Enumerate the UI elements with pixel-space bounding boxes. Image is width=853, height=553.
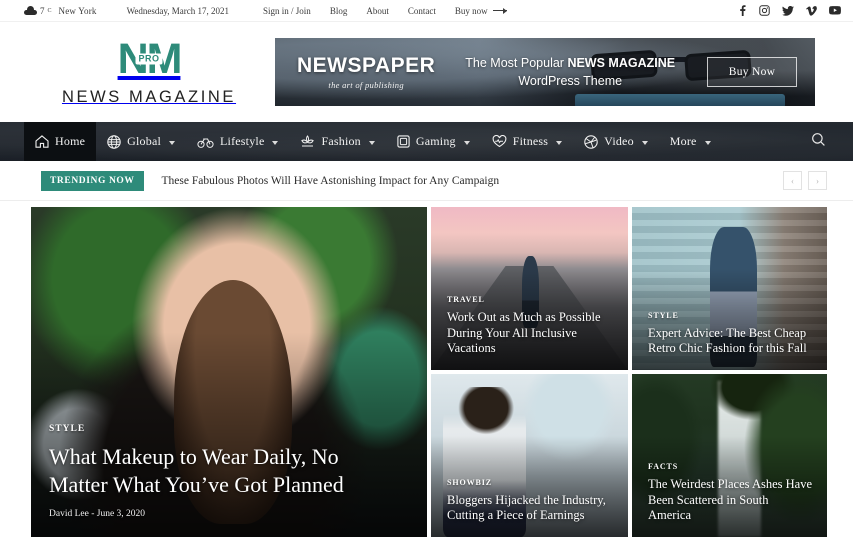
top-link-buy-now[interactable]: Buy now — [455, 6, 507, 16]
nav-label-lifestyle: Lifestyle — [220, 134, 265, 148]
hero-date: June 3, 2020 — [96, 509, 146, 519]
top-link-about[interactable]: About — [366, 6, 389, 16]
hero-author: David Lee — [49, 509, 89, 519]
nav-list: Home Global Lifestyle Fashion Gaming Fit… — [24, 122, 722, 161]
nav-label-fashion: Fashion — [321, 134, 361, 148]
bicycle-icon — [197, 136, 214, 148]
arrow-right-icon — [492, 7, 507, 14]
nav-item-home[interactable]: Home — [24, 122, 97, 161]
top-link-contact[interactable]: Contact — [408, 6, 436, 16]
nav-label-home: Home — [55, 134, 86, 148]
globe-icon — [107, 134, 121, 149]
article-card-facts[interactable]: FACTS The Weirdest Places Ashes Have Bee… — [632, 374, 827, 537]
temperature-unit: C — [47, 7, 52, 14]
trending-badge: TRENDING NOW — [41, 170, 144, 191]
banner-ad[interactable]: NEWSPAPER the art of publishing The Most… — [275, 38, 815, 106]
social-links — [738, 5, 841, 16]
aperture-icon — [584, 134, 598, 149]
nav-label-more: More — [669, 134, 697, 148]
facts-title: The Weirdest Places Ashes Have Been Scat… — [648, 477, 812, 522]
nav-item-global[interactable]: Global — [96, 122, 186, 161]
main-navigation: Home Global Lifestyle Fashion Gaming Fit… — [0, 122, 853, 161]
banner-tagline: The Most Popular NEWS MAGAZINE WordPress… — [465, 54, 675, 90]
article-card-hero[interactable]: STYLE What Makeup to Wear Daily, No Matt… — [31, 207, 427, 537]
hero-title: What Makeup to Wear Daily, No Matter Wha… — [49, 444, 344, 497]
chevron-down-icon — [368, 140, 375, 145]
trending-next-button[interactable]: › — [808, 171, 827, 190]
banner-brand: NEWSPAPER the art of publishing — [297, 55, 435, 90]
nav-label-global: Global — [127, 134, 162, 148]
showbiz-category: SHOWBIZ — [447, 477, 492, 487]
article-card-travel[interactable]: TRAVEL Work Out as Much as Possible Duri… — [431, 207, 628, 370]
nav-item-gaming[interactable]: Gaming — [386, 122, 481, 161]
top-link-signin[interactable]: Sign in / Join — [263, 6, 311, 16]
showbiz-title: Bloggers Hijacked the Industry, Cutting … — [447, 492, 606, 522]
site-logo[interactable]: NM PRO NEWS MAGAZINE — [33, 37, 265, 107]
article-card-showbiz[interactable]: SHOWBIZ Bloggers Hijacked the Industry, … — [431, 374, 628, 537]
nav-item-fitness[interactable]: Fitness — [481, 122, 573, 161]
trending-nav: ‹ › — [783, 171, 827, 190]
nav-item-fashion[interactable]: Fashion — [289, 122, 385, 161]
dress-icon — [300, 135, 315, 148]
nav-item-lifestyle[interactable]: Lifestyle — [186, 122, 289, 161]
vimeo-icon[interactable] — [806, 5, 817, 16]
nav-label-video: Video — [604, 134, 634, 148]
hero-category: STYLE — [49, 424, 86, 434]
page-root: 7 C New York Wednesday, March 17, 2021 S… — [0, 0, 853, 553]
search-icon — [811, 132, 826, 152]
weather-widget: 7 C New York — [24, 6, 97, 16]
trending-headline[interactable]: These Fabulous Photos Will Have Astonish… — [162, 175, 500, 187]
banner-title: NEWSPAPER — [297, 53, 436, 77]
top-bar: 7 C New York Wednesday, March 17, 2021 S… — [0, 0, 853, 22]
banner-tagline-bold: NEWS MAGAZINE — [567, 55, 676, 70]
trending-bar: TRENDING NOW These Fabulous Photos Will … — [0, 161, 853, 201]
buy-now-label: Buy now — [454, 5, 488, 16]
travel-title: Work Out as Much as Possible During Your… — [447, 310, 601, 355]
gamepad-icon — [397, 135, 410, 148]
logo-pro-badge: PRO — [135, 53, 163, 65]
site-header: NM PRO NEWS MAGAZINE NEWSPAPER the art o… — [0, 22, 853, 122]
chevron-down-icon — [704, 140, 711, 145]
style-category: STYLE — [648, 310, 679, 320]
logo-mark: NM PRO — [118, 37, 183, 81]
chevron-down-icon — [556, 140, 563, 145]
chevron-down-icon — [272, 140, 279, 145]
chevron-down-icon — [641, 140, 648, 145]
banner-tagline-pre: The Most Popular — [465, 55, 568, 70]
nav-label-gaming: Gaming — [415, 134, 456, 148]
twitter-icon[interactable] — [782, 5, 794, 16]
facts-category: FACTS — [648, 462, 679, 472]
nav-label-fitness: Fitness — [512, 134, 549, 148]
current-date: Wednesday, March 17, 2021 — [126, 5, 230, 16]
nav-item-more[interactable]: More — [659, 122, 722, 161]
hero-separator: - — [91, 509, 95, 519]
search-button[interactable] — [805, 129, 831, 155]
banner-buy-now-button[interactable]: Buy Now — [707, 57, 797, 87]
heart-icon — [492, 135, 507, 148]
chevron-down-icon — [463, 140, 470, 145]
weather-city: New York — [58, 5, 97, 16]
article-grid: STYLE What Makeup to Wear Daily, No Matt… — [31, 207, 827, 537]
instagram-icon[interactable] — [759, 5, 770, 16]
youtube-icon[interactable] — [829, 6, 841, 15]
nav-item-video[interactable]: Video — [573, 122, 659, 161]
top-bar-links: Sign in / Join Blog About Contact Buy no… — [263, 6, 507, 16]
cloud-icon — [24, 6, 37, 15]
top-link-blog[interactable]: Blog — [330, 6, 348, 16]
hero-byline: David Lee - June 3, 2020 — [49, 509, 397, 519]
home-icon — [35, 135, 49, 148]
chevron-down-icon — [169, 140, 176, 145]
facebook-icon[interactable] — [738, 5, 747, 16]
banner-tagline-line2: WordPress Theme — [518, 74, 623, 88]
style-title: Expert Advice: The Best Cheap Retro Chic… — [648, 325, 807, 355]
article-card-style[interactable]: STYLE Expert Advice: The Best Cheap Retr… — [632, 207, 827, 370]
temperature-value: 7 — [40, 5, 45, 16]
logo-wordmark: NEWS MAGAZINE — [61, 87, 237, 106]
trending-prev-button[interactable]: ‹ — [783, 171, 802, 190]
travel-category: TRAVEL — [447, 295, 485, 305]
banner-subtitle: the art of publishing — [328, 79, 404, 90]
